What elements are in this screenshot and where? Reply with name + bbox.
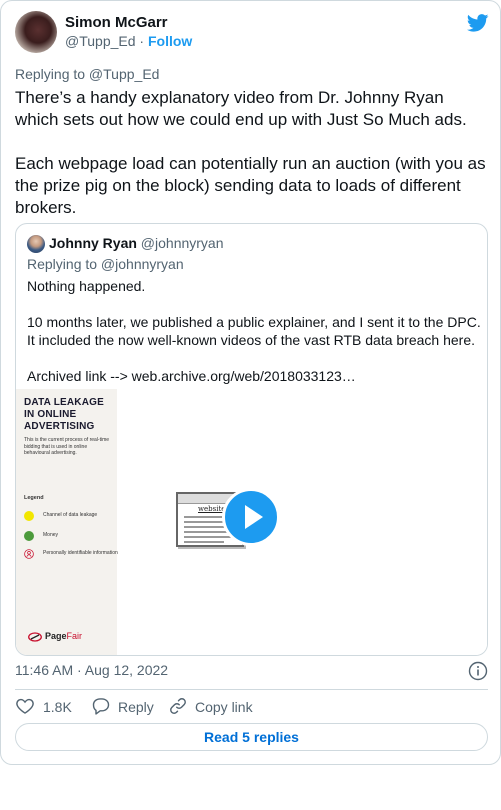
- pagefair-mark-icon: [28, 632, 42, 642]
- quoted-tweet[interactable]: Johnny Ryan @johnnyryan Replying to @joh…: [15, 223, 488, 656]
- person-icon: [24, 549, 34, 559]
- info-icon[interactable]: [468, 661, 488, 681]
- legend-label: Personally identifiable information: [43, 550, 118, 556]
- tweet-text: There’s a handy explanatory video from D…: [15, 87, 490, 219]
- quote-text: Nothing happened. 10 months later, we pu…: [27, 277, 482, 385]
- logo-suffix: Fair: [66, 631, 83, 641]
- quote-author-handle: @johnnyryan: [140, 235, 224, 251]
- quote-line: Archived link --> web.archive.org/web/20…: [27, 368, 356, 384]
- legend-item: Personally identifiable information: [24, 547, 124, 561]
- play-button[interactable]: [222, 488, 280, 546]
- quote-author-line: Johnny Ryan @johnnyryan: [49, 235, 224, 251]
- reply-label: Reply: [118, 699, 154, 715]
- quote-line: It included the now well-known videos of…: [27, 332, 475, 348]
- quote-line: Nothing happened.: [27, 278, 146, 294]
- green-dot-icon: [24, 531, 34, 541]
- tweet-timestamp[interactable]: 11:46 AM · Aug 12, 2022: [15, 662, 168, 678]
- read-replies-button[interactable]: Read 5 replies: [15, 723, 488, 751]
- quote-author-name: Johnny Ryan: [49, 235, 137, 251]
- like-button[interactable]: 1.8K: [15, 696, 85, 718]
- tweet-paragraph: There’s a handy explanatory video from D…: [15, 88, 467, 129]
- author-avatar[interactable]: [15, 11, 57, 53]
- copy-link-button[interactable]: Copy link: [168, 696, 268, 718]
- like-count: 1.8K: [43, 699, 72, 715]
- tweet-paragraph: Each webpage load can potentially run an…: [15, 154, 486, 217]
- legend-label: Money: [43, 532, 59, 538]
- author-handle[interactable]: @Tupp_Ed: [65, 33, 136, 49]
- copy-link-label: Copy link: [195, 699, 253, 715]
- quote-line: 10 months later, we published a public e…: [27, 314, 481, 330]
- legend-title: Legend: [24, 495, 44, 501]
- infographic-subtitle: This is the current process of real-time…: [24, 437, 110, 456]
- legend-item: Channel of data leakage: [24, 509, 124, 523]
- reply-button[interactable]: Reply: [91, 696, 161, 718]
- divider: [15, 689, 488, 690]
- infographic-title: DATA LEAKAGE IN ONLINE ADVERTISING: [24, 397, 104, 432]
- video-thumbnail[interactable]: DATA LEAKAGE IN ONLINE ADVERTISING This …: [16, 389, 487, 655]
- tweet-embed-card: Simon McGarr @Tupp_Ed · Follow Replying …: [0, 0, 501, 765]
- heart-icon: [16, 698, 34, 714]
- play-icon: [245, 505, 263, 529]
- legend-label: Channel of data leakage: [43, 512, 98, 518]
- pagefair-wordmark: PageFair: [45, 631, 82, 641]
- author-handle-line: @Tupp_Ed · Follow: [65, 33, 192, 49]
- pagefair-logo: PageFair: [28, 630, 98, 644]
- legend-item: Money: [24, 529, 124, 543]
- link-icon: [170, 698, 186, 714]
- follow-link[interactable]: Follow: [148, 33, 192, 49]
- yellow-dot-icon: [24, 511, 34, 521]
- quote-author-avatar: [27, 235, 45, 253]
- infographic-panel: DATA LEAKAGE IN ONLINE ADVERTISING This …: [16, 389, 118, 655]
- reply-bubble-icon: [92, 698, 110, 715]
- author-name[interactable]: Simon McGarr: [65, 14, 168, 31]
- handle-separator: ·: [139, 33, 145, 49]
- quote-replying-to: Replying to @johnnyryan: [27, 256, 184, 272]
- logo-brand: Page: [45, 631, 67, 641]
- replying-to[interactable]: Replying to @Tupp_Ed: [15, 66, 159, 82]
- twitter-bird-icon[interactable]: [467, 14, 489, 32]
